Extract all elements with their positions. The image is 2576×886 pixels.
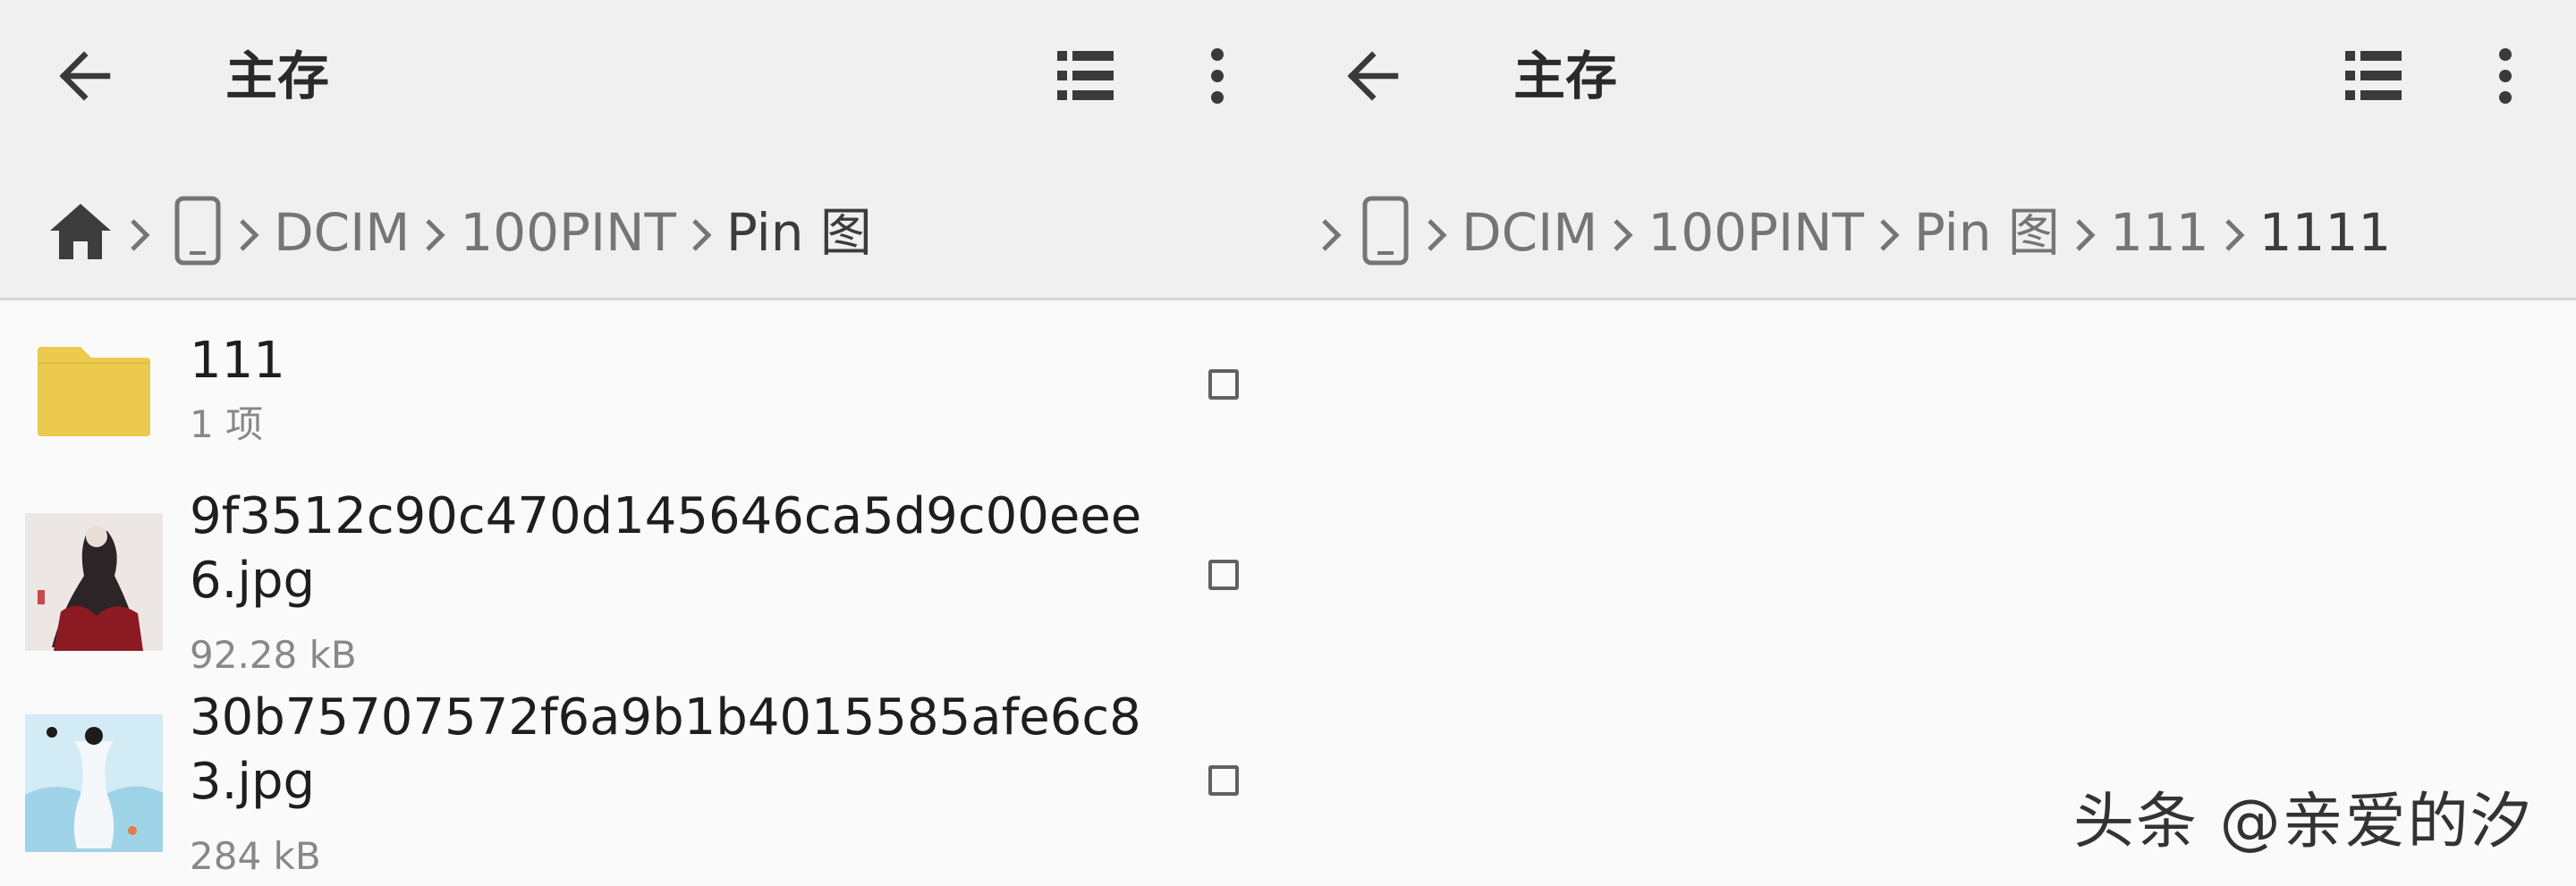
chevron-right-icon xyxy=(240,219,259,251)
phone-icon[interactable] xyxy=(1360,195,1411,270)
folder-icon xyxy=(38,347,150,436)
left-pane: 主存 DCIM 100PINT Pin 图 111 1 项 9f3512c90c… xyxy=(0,0,1288,882)
back-button[interactable] xyxy=(1340,45,1411,107)
file-name: 30b75707572f6a9b1b4015585afe6c8 3.jpg xyxy=(190,688,1141,811)
list-item[interactable]: 9f3512c90c470d145646ca5d9c00eee 6.jpg 92… xyxy=(0,470,1288,680)
select-checkbox[interactable] xyxy=(1208,560,1239,590)
more-vert-icon xyxy=(1211,48,1224,104)
list-item[interactable]: 30b75707572f6a9b1b4015585afe6c8 3.jpg 28… xyxy=(0,680,1288,886)
home-icon[interactable] xyxy=(47,197,114,268)
chevron-right-icon xyxy=(692,219,712,251)
page-title: 主存 xyxy=(1513,46,1618,106)
breadcrumb-item-100pint[interactable]: 100PINT xyxy=(1648,183,1864,282)
file-meta: 284 kB xyxy=(190,834,321,878)
list-view-button[interactable] xyxy=(2339,42,2411,110)
list-view-button[interactable] xyxy=(1051,42,1123,110)
list-view-icon xyxy=(2345,51,2402,100)
select-checkbox[interactable] xyxy=(1208,765,1239,796)
chevron-right-icon xyxy=(1880,219,1900,251)
image-thumbnail xyxy=(25,513,163,651)
chevron-right-icon xyxy=(131,219,150,251)
chevron-right-icon xyxy=(1614,219,1633,251)
right-pane: 主存 DCIM 100PINT Pin 图 111 1111 xyxy=(1288,0,2576,882)
more-options-button[interactable] xyxy=(1194,42,1241,110)
breadcrumb: DCIM 100PINT Pin 图 xyxy=(0,183,1335,282)
app-header: 主存 DCIM 100PINT Pin 图 xyxy=(0,0,1288,300)
image-thumbnail xyxy=(25,714,163,852)
breadcrumb-item-dcim[interactable]: DCIM xyxy=(1462,183,1597,282)
breadcrumb-item-dcim[interactable]: DCIM xyxy=(274,183,410,282)
app-header: 主存 DCIM 100PINT Pin 图 111 1111 xyxy=(1288,0,2576,300)
more-vert-icon xyxy=(2499,48,2512,104)
page-title: 主存 xyxy=(225,46,330,106)
chevron-right-icon xyxy=(1428,219,1447,251)
select-checkbox[interactable] xyxy=(1208,369,1239,400)
breadcrumb-item-111[interactable]: 111 xyxy=(2110,183,2209,282)
toolbar: 主存 xyxy=(1288,0,2576,152)
watermark-text: 头条 @亲爱的汐 xyxy=(2073,787,2533,857)
arrow-back-icon xyxy=(1347,51,1399,101)
chevron-right-icon xyxy=(426,219,445,251)
breadcrumb: DCIM 100PINT Pin 图 111 1111 xyxy=(1288,183,2576,282)
file-meta: 92.28 kB xyxy=(190,633,357,677)
chevron-right-icon xyxy=(2224,219,2245,251)
breadcrumb-item-pin[interactable]: Pin 图 xyxy=(1914,183,2060,282)
file-name: 9f3512c90c470d145646ca5d9c00eee 6.jpg xyxy=(190,487,1142,610)
breadcrumb-item-1111[interactable]: 1111 xyxy=(2259,183,2392,282)
file-meta: 1 项 xyxy=(190,402,264,446)
more-options-button[interactable] xyxy=(2482,42,2529,110)
toolbar: 主存 xyxy=(0,0,1288,152)
file-name: 111 xyxy=(190,332,285,390)
breadcrumb-item-pin[interactable]: Pin 图 xyxy=(726,183,872,282)
arrow-back-icon xyxy=(59,51,111,101)
back-button[interactable] xyxy=(52,45,123,107)
phone-icon[interactable] xyxy=(172,195,224,270)
breadcrumb-item-100pint[interactable]: 100PINT xyxy=(460,183,676,282)
chevron-right-icon xyxy=(1322,219,1342,251)
list-view-icon xyxy=(1057,51,1114,100)
list-item[interactable]: 111 1 项 xyxy=(0,300,1288,470)
chevron-right-icon xyxy=(2076,219,2096,251)
